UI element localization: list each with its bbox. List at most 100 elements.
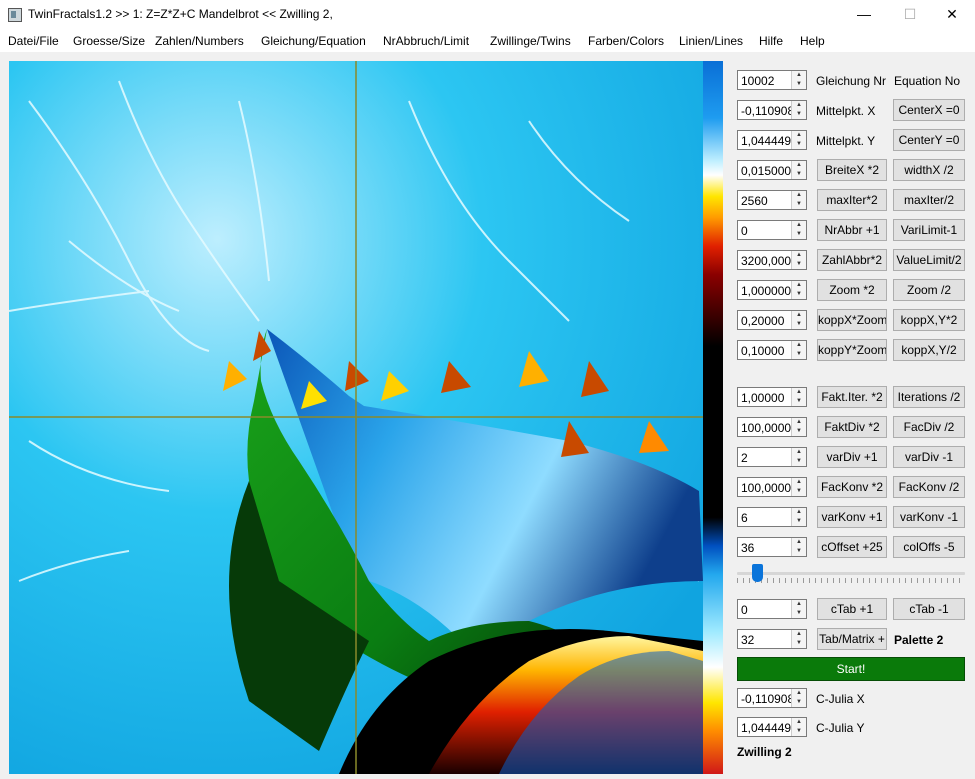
- tab-matrix-spinbox[interactable]: 32 ▲ ▼: [737, 629, 807, 649]
- c-julia-y-label: C-Julia Y: [816, 721, 865, 735]
- width-x-half-button[interactable]: widthX /2: [893, 159, 965, 181]
- ctab-plus-button[interactable]: cTab +1: [817, 598, 887, 620]
- center-y-zero-button[interactable]: CenterY =0: [893, 129, 965, 151]
- start-button[interactable]: Start!: [737, 657, 965, 681]
- spin-arrows[interactable]: ▲ ▼: [791, 131, 806, 149]
- fakt-div-spinbox[interactable]: 100,00000 ▲ ▼: [737, 417, 807, 437]
- nr-abbr-spinbox[interactable]: 0 ▲ ▼: [737, 220, 807, 240]
- kopp-xy-half-button[interactable]: koppX,Y/2: [893, 339, 965, 361]
- minimize-button[interactable]: —: [841, 0, 887, 30]
- zoom-half-button[interactable]: Zoom /2: [893, 279, 965, 301]
- palette-label: Palette 2: [894, 633, 944, 647]
- menu-farben[interactable]: Farben/Colors: [588, 34, 664, 48]
- center-y-spinbox[interactable]: 1,044449985 ▲▼: [737, 130, 807, 150]
- kopp-y-zoom-button[interactable]: koppY*Zoom: [817, 339, 887, 361]
- col-offs-minus-button[interactable]: colOffs -5: [893, 536, 965, 558]
- control-panel: 10002 ▲ ▼ Gleichung Nr Equation No -0,110…: [728, 61, 974, 774]
- fakt-iter-double-button[interactable]: Fakt.Iter. *2: [817, 386, 887, 408]
- spin-arrows[interactable]: ▲ ▼: [791, 341, 806, 359]
- slider-thumb[interactable]: [752, 564, 763, 582]
- max-iter-spinbox[interactable]: 2560 ▲ ▼: [737, 190, 807, 210]
- kopp-x-zoom-button[interactable]: koppX*Zoom: [817, 309, 887, 331]
- spin-arrows[interactable]: ▲ ▼: [791, 718, 806, 736]
- menu-gleichung[interactable]: Gleichung/Equation: [261, 34, 366, 48]
- spin-arrows[interactable]: ▲ ▼: [791, 508, 806, 526]
- twin-label: Zwilling 2: [737, 745, 792, 759]
- menu-groesse[interactable]: Groesse/Size: [73, 34, 145, 48]
- fac-konv-half-button[interactable]: FacKonv /2: [893, 476, 965, 498]
- zoom-spinbox[interactable]: 1,00000000 ▲▼: [737, 280, 807, 300]
- fractal-image: [9, 61, 703, 774]
- center-x-zero-button[interactable]: CenterX =0: [893, 99, 965, 121]
- c-offset-plus-button[interactable]: cOffset +25: [817, 536, 887, 558]
- palette-color-bar: [703, 61, 723, 774]
- ctab-spinbox[interactable]: 0 ▲ ▼: [737, 599, 807, 619]
- var-div-spinbox[interactable]: 2 ▲ ▼: [737, 447, 807, 467]
- tab-matrix-plus-button[interactable]: Tab/Matrix +: [817, 628, 887, 650]
- max-iter-half-button[interactable]: maxIter/2: [893, 189, 965, 211]
- fakt-div-double-button[interactable]: FaktDiv *2: [817, 416, 887, 438]
- kopp-xy-double-button[interactable]: koppX,Y*2: [893, 309, 965, 331]
- spin-arrows[interactable]: ▲ ▼: [791, 448, 806, 466]
- spin-arrows[interactable]: ▲ ▼: [791, 478, 806, 496]
- spin-arrows[interactable]: ▲ ▼: [791, 418, 806, 436]
- nr-abbr-plus-button[interactable]: NrAbbr +1: [817, 219, 887, 241]
- var-konv-spinbox[interactable]: 6 ▲ ▼: [737, 507, 807, 527]
- fac-konv-double-button[interactable]: FacKonv *2: [817, 476, 887, 498]
- menu-hilfe[interactable]: Hilfe: [759, 34, 783, 48]
- spin-arrows[interactable]: ▲ ▼: [791, 281, 806, 299]
- var-div-minus-button[interactable]: varDiv -1: [893, 446, 965, 468]
- zahl-abbr-double-button[interactable]: ZahlAbbr*2: [817, 249, 887, 271]
- close-button[interactable]: ✕: [929, 0, 975, 30]
- var-div-plus-button[interactable]: varDiv +1: [817, 446, 887, 468]
- spin-arrows[interactable]: ▲ ▼: [791, 538, 806, 556]
- spin-arrows[interactable]: ▲ ▼: [791, 101, 806, 119]
- fac-div-half-button[interactable]: FacDiv /2: [893, 416, 965, 438]
- spin-arrows[interactable]: ▲ ▼: [791, 221, 806, 239]
- kopp-y-spinbox[interactable]: 0,10000 ▲ ▼: [737, 340, 807, 360]
- menu-linien[interactable]: Linien/Lines: [679, 34, 743, 48]
- kopp-x-spinbox[interactable]: 0,20000 ▲ ▼: [737, 310, 807, 330]
- var-konv-plus-button[interactable]: varKonv +1: [817, 506, 887, 528]
- vari-limit-minus-button[interactable]: VariLimit-1: [893, 219, 965, 241]
- maximize-button[interactable]: ☐: [887, 0, 933, 30]
- iterations-half-button[interactable]: Iterations /2: [893, 386, 965, 408]
- menu-nrabbruch[interactable]: NrAbbruch/Limit: [383, 34, 469, 48]
- ctab-minus-button[interactable]: cTab -1: [893, 598, 965, 620]
- spin-arrows[interactable]: ▲ ▼: [791, 161, 806, 179]
- spin-arrows[interactable]: ▲ ▼: [791, 191, 806, 209]
- menu-zahlen[interactable]: Zahlen/Numbers: [155, 34, 244, 48]
- var-konv-minus-button[interactable]: varKonv -1: [893, 506, 965, 528]
- spin-arrows[interactable]: ▲ ▼: [791, 71, 806, 89]
- title-bar: TwinFractals1.2 >> 1: Z=Z*Z+C Mandelbrot…: [0, 0, 975, 30]
- spin-arrows[interactable]: ▲ ▼: [791, 311, 806, 329]
- spin-arrows[interactable]: ▲ ▼: [791, 251, 806, 269]
- width-x-double-button[interactable]: BreiteX *2: [817, 159, 887, 181]
- menu-zwillinge[interactable]: Zwillinge/Twins: [490, 34, 571, 48]
- zoom-double-button[interactable]: Zoom *2: [817, 279, 887, 301]
- equation-number-spinbox[interactable]: 10002 ▲ ▼: [737, 70, 807, 90]
- value-limit-half-button[interactable]: ValueLimit/2: [893, 249, 965, 271]
- window-title: TwinFractals1.2 >> 1: Z=Z*Z+C Mandelbrot…: [28, 7, 333, 21]
- fakt-iter-spinbox[interactable]: 1,00000 ▲ ▼: [737, 387, 807, 407]
- zahl-abbr-spinbox[interactable]: 3200,00000 ▲▼: [737, 250, 807, 270]
- equation-nr-label: Gleichung Nr: [816, 74, 887, 88]
- max-iter-double-button[interactable]: maxIter*2: [817, 189, 887, 211]
- app-icon: [8, 8, 22, 22]
- spin-arrows[interactable]: ▲ ▼: [791, 600, 806, 618]
- menu-datei[interactable]: Datei/File: [8, 34, 59, 48]
- c-offset-spinbox[interactable]: 36 ▲ ▼: [737, 537, 807, 557]
- spin-arrows[interactable]: ▲ ▼: [791, 630, 806, 648]
- c-julia-x-spinbox[interactable]: -0,110908421 ▲▼: [737, 688, 807, 708]
- fractal-canvas[interactable]: [9, 61, 703, 774]
- equation-no-label: Equation No: [894, 74, 961, 88]
- c-julia-y-spinbox[interactable]: 1,044449985 ▲▼: [737, 717, 807, 737]
- spin-arrows[interactable]: ▲ ▼: [791, 388, 806, 406]
- c-julia-x-label: C-Julia X: [816, 692, 865, 706]
- fac-konv-spinbox[interactable]: 100,00000 ▲ ▼: [737, 477, 807, 497]
- center-x-spinbox[interactable]: -0,110908421 ▲▼: [737, 100, 807, 120]
- spin-arrows[interactable]: ▲ ▼: [791, 689, 806, 707]
- menu-help[interactable]: Help: [800, 34, 825, 48]
- width-x-spinbox[interactable]: 0,01500000 ▲▼: [737, 160, 807, 180]
- color-offset-slider[interactable]: [737, 564, 965, 584]
